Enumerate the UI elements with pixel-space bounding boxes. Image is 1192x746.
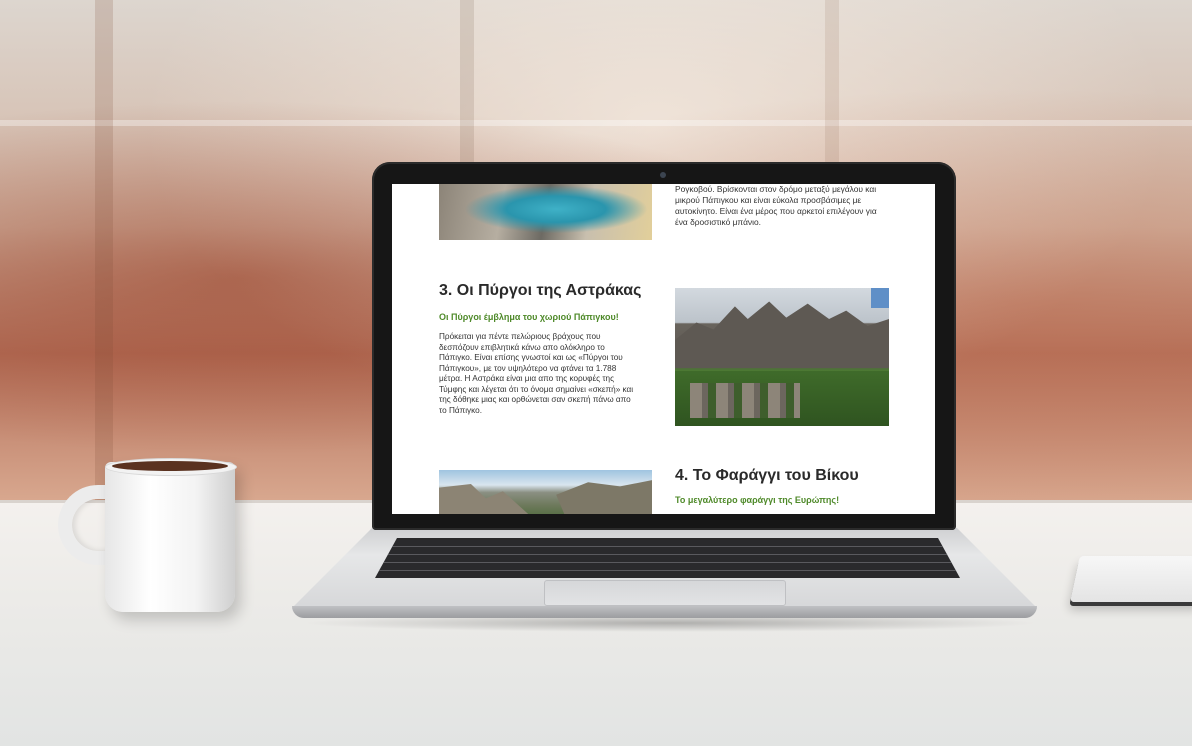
laptop-base-edge xyxy=(292,606,1037,618)
astraka-towers-photo xyxy=(675,288,889,426)
laptop-screen[interactable]: Ρογκοβού. Βρίσκονται στον δρόμο μεταξύ μ… xyxy=(392,184,935,514)
mountain-peaks xyxy=(675,301,889,368)
vikos-gorge-photo xyxy=(439,470,652,514)
camera-icon xyxy=(660,172,666,178)
village-houses xyxy=(690,383,800,418)
section-body: Πρόκειται για πέντε πελώριους βράχους πο… xyxy=(439,332,634,415)
photo-scene: Ρογκοβού. Βρίσκονται στον δρόμο μεταξύ μ… xyxy=(0,0,1192,746)
keyboard[interactable] xyxy=(375,538,960,578)
notebook xyxy=(1070,556,1192,602)
article-paragraph: Ρογκοβού. Βρίσκονται στον δρόμο μεταξύ μ… xyxy=(675,184,877,227)
window-frame xyxy=(0,120,1192,126)
section-subtitle: Οι Πύργοι έμβλημα του χωριού Πάπιγκου! xyxy=(439,312,619,322)
sky xyxy=(871,288,889,308)
pool-photo xyxy=(439,184,652,240)
section-title: 3. Οι Πύργοι της Αστράκας xyxy=(439,282,642,299)
trackpad[interactable] xyxy=(544,580,786,606)
coffee xyxy=(112,461,228,471)
section-title: 4. Το Φαράγγι του Βίκου xyxy=(675,467,859,484)
window-frame xyxy=(95,0,113,505)
section-subtitle: Το μεγαλύτερο φαράγγι της Ευρώπης! xyxy=(675,495,840,505)
coffee-mug xyxy=(105,462,235,612)
laptop-lid: Ρογκοβού. Βρίσκονται στον δρόμο μεταξύ μ… xyxy=(372,162,956,530)
